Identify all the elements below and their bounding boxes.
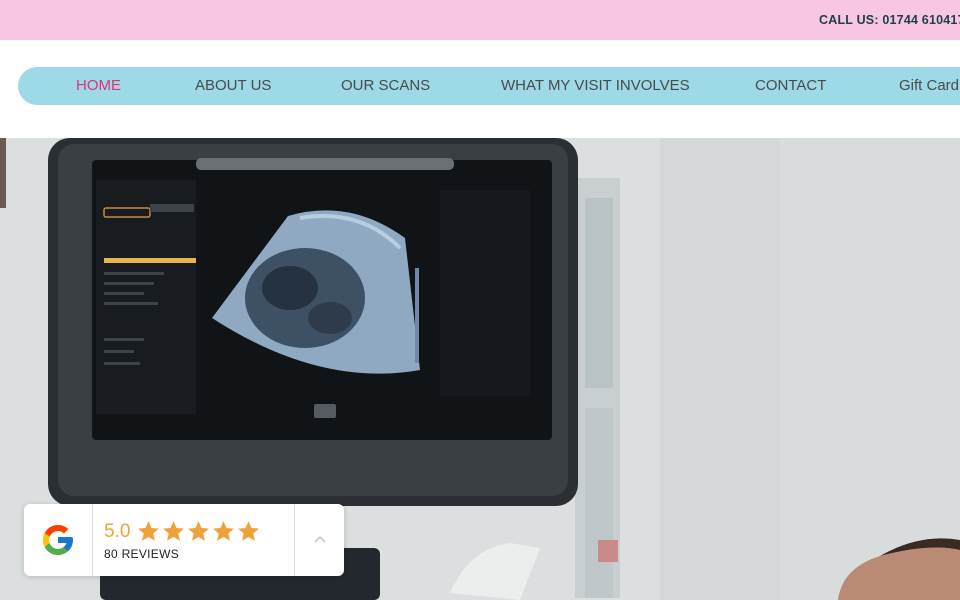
top-bar: CALL US: 01744 610417 (0, 0, 960, 40)
chevron-up-icon (314, 535, 326, 543)
badge-divider (92, 504, 93, 576)
nav-item-home[interactable]: HOME (76, 67, 121, 105)
star-icon (188, 521, 209, 541)
nav-item-gift-card[interactable]: Gift Card (899, 67, 959, 105)
nav-item-about-us[interactable]: ABOUT US (195, 67, 271, 105)
main-nav: HOME ABOUT US OUR SCANS WHAT MY VISIT IN… (18, 67, 960, 105)
nav-item-contact[interactable]: CONTACT (755, 67, 826, 105)
star-icon (163, 521, 184, 541)
star-icon (213, 521, 234, 541)
reviews-count: 80 REVIEWS (104, 547, 180, 561)
star-icon (138, 521, 159, 541)
google-icon (43, 525, 73, 555)
star-icon (238, 521, 259, 541)
badge-divider (294, 504, 295, 576)
site-header: HOME ABOUT US OUR SCANS WHAT MY VISIT IN… (0, 40, 960, 138)
google-review-badge[interactable]: 5.0 80 REVIEWS (24, 504, 344, 576)
call-us-text[interactable]: CALL US: 01744 610417 (819, 13, 960, 27)
rating-score: 5.0 (104, 521, 131, 542)
expand-reviews-button[interactable] (296, 504, 344, 576)
nav-item-what-my-visit-involves[interactable]: WHAT MY VISIT INVOLVES (501, 67, 690, 105)
nav-item-our-scans[interactable]: OUR SCANS (341, 67, 430, 105)
